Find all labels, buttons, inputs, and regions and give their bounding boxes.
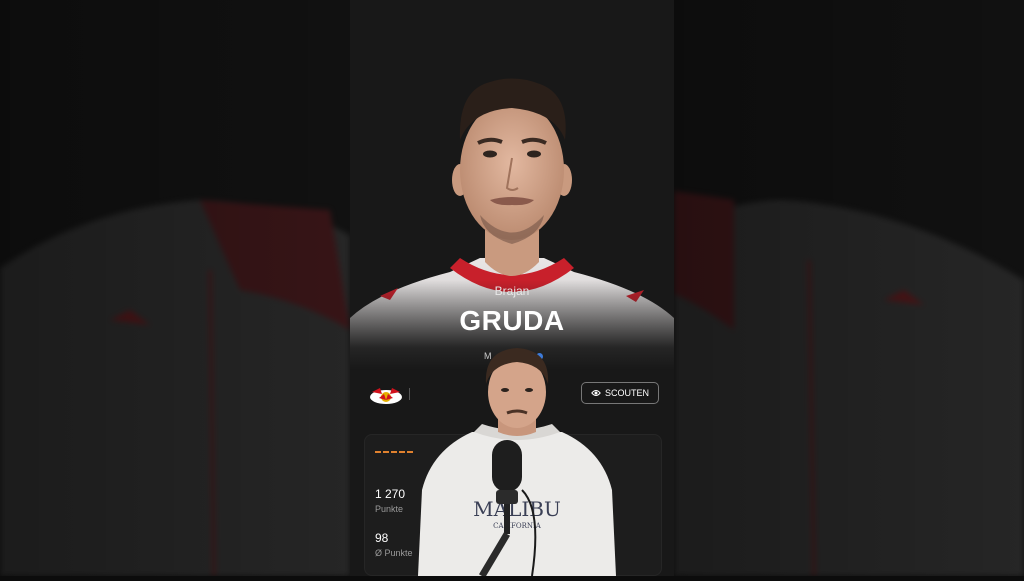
stat-avg-points: 98 Ø Punkte bbox=[375, 531, 413, 558]
header-divider bbox=[409, 388, 410, 400]
presenter-video-overlay: MALIBU CALIFORNIA bbox=[412, 340, 622, 578]
player-last-name: GRUDA bbox=[459, 305, 565, 336]
player-first-name: Brajan bbox=[494, 284, 530, 298]
stat-avg-points-label: Ø Punkte bbox=[375, 548, 413, 558]
stat-points: 1 270 Punkte bbox=[375, 487, 405, 514]
stat-points-value: 1 270 bbox=[375, 487, 406, 501]
stat-points-label: Punkte bbox=[375, 504, 404, 514]
rb-leipzig-crest-icon[interactable] bbox=[368, 382, 404, 406]
stat-avg-points-value: 98 bbox=[375, 531, 389, 545]
blurred-background-left bbox=[0, 0, 350, 576]
form-indicator bbox=[375, 451, 413, 453]
blurred-background-right bbox=[674, 0, 1024, 576]
